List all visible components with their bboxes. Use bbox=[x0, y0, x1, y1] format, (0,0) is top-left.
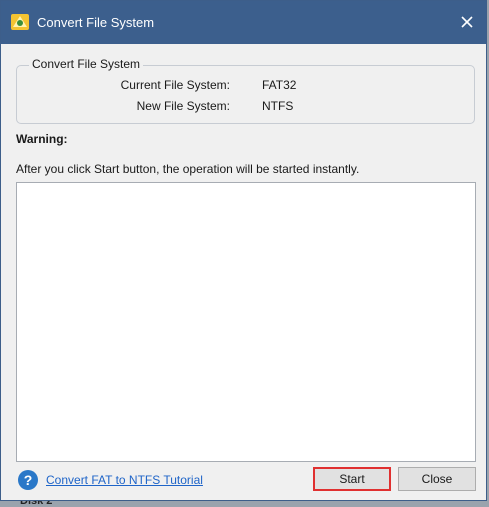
groupbox-title: Convert File System bbox=[29, 57, 144, 71]
help-icon[interactable]: ? bbox=[17, 469, 39, 491]
new-file-system-value: NTFS bbox=[262, 99, 294, 113]
close-button[interactable]: Close bbox=[398, 467, 476, 491]
start-button[interactable]: Start bbox=[313, 467, 391, 491]
svg-text:?: ? bbox=[24, 472, 33, 488]
app-logo-icon bbox=[11, 14, 29, 30]
current-file-system-value: FAT32 bbox=[262, 78, 297, 92]
close-icon[interactable] bbox=[454, 9, 480, 35]
convert-file-system-dialog: Convert File System Convert File System … bbox=[0, 0, 487, 501]
operation-log-area[interactable] bbox=[16, 182, 476, 462]
window-title: Convert File System bbox=[37, 15, 155, 30]
warning-heading: Warning: bbox=[16, 132, 68, 146]
new-file-system-label: New File System: bbox=[136, 99, 230, 113]
title-bar[interactable]: Convert File System bbox=[1, 1, 486, 44]
current-file-system-label: Current File System: bbox=[120, 78, 230, 92]
warning-message: After you click Start button, the operat… bbox=[16, 162, 360, 176]
tutorial-link[interactable]: Convert FAT to NTFS Tutorial bbox=[46, 473, 203, 487]
file-system-groupbox bbox=[16, 65, 475, 124]
